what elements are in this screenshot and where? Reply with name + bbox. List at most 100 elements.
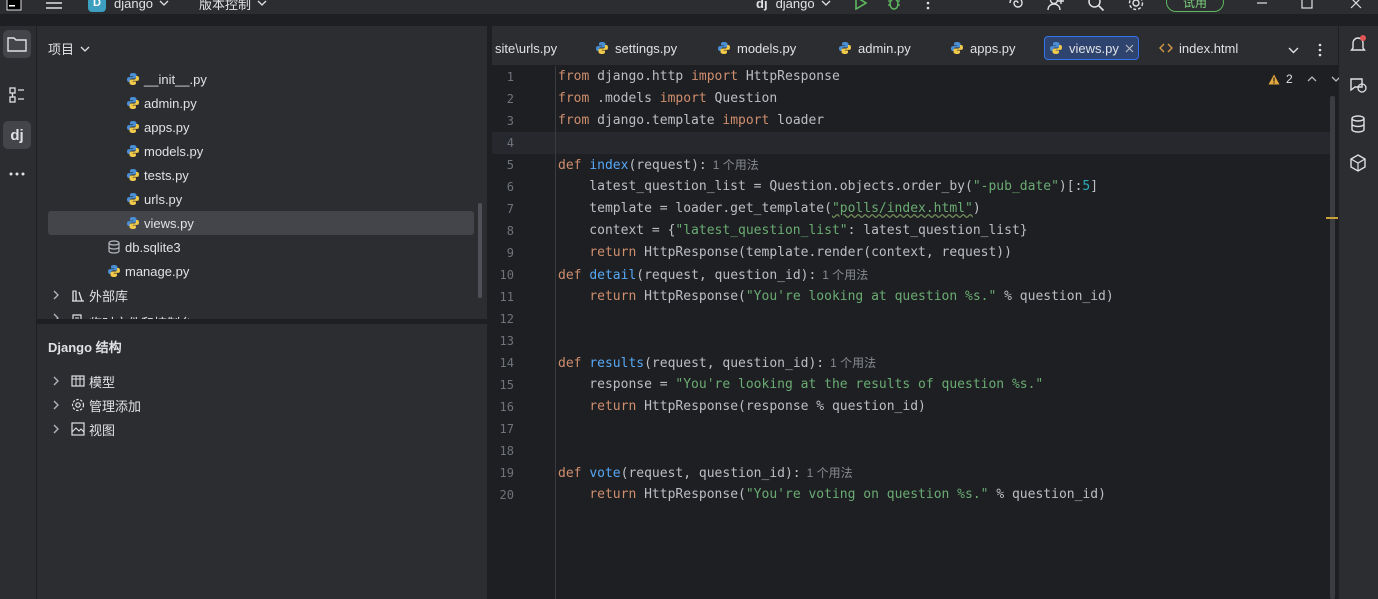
selected-row-highlight [48,211,474,235]
editor-scrollbar[interactable] [1330,96,1335,599]
code-line[interactable]: return HttpResponse("You're voting on qu… [558,484,1106,506]
gutter-divider [555,66,556,599]
tab-admin-py[interactable]: admin.py [838,36,911,60]
tree-item-manage-py[interactable]: manage.py [107,259,189,283]
project-switcher[interactable]: D django [88,0,169,13]
python-file-icon [127,145,139,157]
add-user-icon[interactable] [1047,0,1065,13]
maximize-icon[interactable] [1301,0,1313,13]
line-number: 7 [506,202,514,216]
close-tab-icon[interactable] [1125,44,1134,53]
line-number: 18 [499,444,514,458]
structure-tool-button[interactable] [3,81,31,109]
code-line[interactable]: latest_question_list = Question.objects.… [558,176,1098,198]
tree-item-label: 外部库 [89,288,129,304]
tab-label: views.py [1069,40,1119,56]
tree-item-tests-py[interactable]: tests.py [126,163,189,187]
python-packages-icon[interactable] [1348,153,1368,173]
tabs-overflow-chevron-icon[interactable] [1288,38,1299,62]
django-tool-button[interactable]: dj [3,121,31,149]
code-line[interactable]: context = {"latest_question_list": lates… [558,220,1027,242]
code-line[interactable]: def index(request): 1 个用法 [558,154,759,176]
tree-item-views-py[interactable]: views.py [126,211,194,235]
tree-item-[interactable]: 临时文件和控制台 [51,307,193,319]
tree-item-[interactable]: 外部库 [51,283,128,307]
code-line[interactable]: return HttpResponse(template.render(cont… [558,242,1012,264]
line-number: 20 [499,488,514,502]
tree-item-apps-py[interactable]: apps.py [126,115,190,139]
more-tools-icon[interactable] [3,160,31,188]
tree-item-admin-py[interactable]: admin.py [126,91,197,115]
usage-hint[interactable]: 1 个用法 [830,356,876,370]
database-icon[interactable] [1348,114,1368,134]
code-line[interactable]: def detail(request, question_id): 1 个用法 [558,264,868,286]
notifications-icon[interactable] [1348,34,1368,54]
tree-item-urls-py[interactable]: urls.py [126,187,182,211]
usage-hint[interactable]: 1 个用法 [807,466,853,480]
chevron-right-icon [53,313,59,319]
python-file-icon [127,97,139,109]
close-icon[interactable] [1350,0,1362,13]
code-line[interactable]: from django.template import loader [558,110,824,132]
code-line[interactable]: response = "You're looking at the result… [558,374,1043,396]
python-file-icon [127,217,139,229]
project-panel-header[interactable]: 项目 [48,39,90,58]
tree-item-admin[interactable]: 管理添加 [51,393,141,417]
app-logo-icon[interactable] [6,0,22,13]
main-menu-icon[interactable] [45,0,63,13]
more-actions-icon[interactable] [925,0,931,13]
run-button[interactable] [853,0,867,13]
code-line[interactable]: def vote(request, question_id): 1 个用法 [558,462,853,484]
tab-views-py[interactable]: views.py [1044,36,1139,60]
warning-marker[interactable] [1326,217,1338,219]
chevron-down-icon [257,0,267,6]
code-line[interactable]: return HttpResponse(response % question_… [558,396,926,418]
code-line[interactable]: template = loader.get_template("polls/in… [558,198,980,220]
code-line[interactable]: return HttpResponse("You're looking at q… [558,286,1113,308]
settings-gear-icon[interactable] [1127,0,1145,13]
tree-item-models[interactable]: 模型 [51,369,115,393]
tree-item-label: 视图 [89,422,116,438]
tab-site-urls-py[interactable]: site\urls.py [495,36,557,60]
trial-button[interactable]: 试用 [1166,0,1224,12]
tabs-more-icon[interactable] [1318,38,1322,62]
tree-item-db-sqlite3[interactable]: db.sqlite3 [107,235,181,259]
usage-hint[interactable]: 1 个用法 [713,158,759,172]
tab-apps-py[interactable]: apps.py [950,36,1016,60]
tab-label: apps.py [970,40,1016,56]
project-tool-button[interactable] [3,30,31,58]
code-line[interactable]: from django.http import HttpResponse [558,66,840,88]
tab-settings-py[interactable]: settings.py [595,36,677,60]
chevron-right-icon [53,400,59,410]
usage-hint[interactable]: 1 个用法 [822,268,868,282]
tree-item-models-py[interactable]: models.py [126,139,203,163]
tree-item-init-py[interactable]: __init__.py [126,67,207,91]
chevron-up-icon[interactable] [1307,76,1317,82]
tree-item-views[interactable]: 视图 [51,417,115,441]
code-line[interactable]: from .models import Question [558,88,777,110]
minimize-icon[interactable] [1256,0,1268,13]
tree-item-label: 临时文件和控制台 [89,313,193,319]
line-number: 13 [499,334,514,348]
search-icon[interactable] [1087,0,1105,13]
debug-button[interactable] [886,0,902,13]
run-config-selector[interactable]: dj django [756,0,831,13]
python-file-icon [108,265,120,277]
code-line[interactable]: def results(request, question_id): 1 个用法 [558,352,876,374]
line-number: 11 [499,290,514,304]
play-icon [855,0,867,10]
ai-assistant-icon[interactable] [1007,0,1025,13]
tree-item-label: views.py [144,215,194,231]
line-number: 2 [506,92,514,106]
tree-item-label: models.py [144,143,204,159]
ai-chat-icon[interactable] [1348,75,1368,95]
project-name: django [114,0,154,11]
vcs-menu[interactable]: 版本控制 [199,0,267,13]
project-scrollbar[interactable] [478,203,482,298]
tab-index-html[interactable]: index.html [1159,36,1238,60]
chevron-down-icon [159,0,169,6]
line-number: 12 [499,312,514,326]
inspection-widget[interactable]: 2 [1268,72,1341,86]
tab-models-py[interactable]: models.py [717,36,796,60]
line-number: 17 [499,422,514,436]
